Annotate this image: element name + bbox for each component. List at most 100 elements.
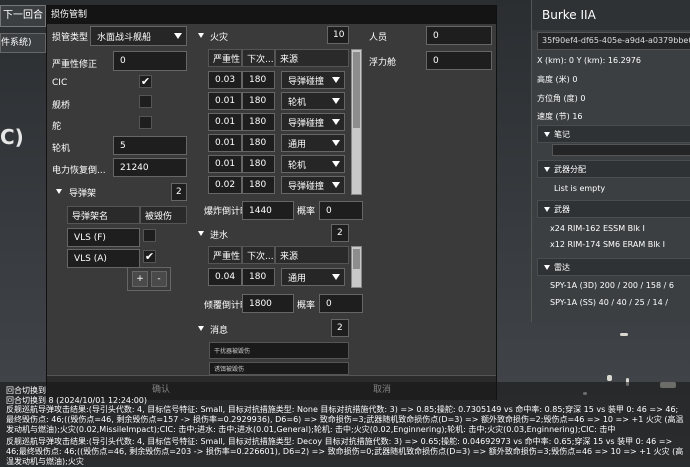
launcher-section-label: 导弹架	[69, 189, 97, 199]
flood-header-source: 来源	[275, 246, 349, 264]
capsize-countdown-input[interactable]: 1800	[242, 294, 294, 313]
weapon-assign-label: 武器分配	[554, 165, 586, 174]
fire-row-source-dropdown[interactable]: 轮机	[281, 155, 345, 173]
fire-row-severity[interactable]: 0.01	[208, 155, 242, 173]
fire-row-next[interactable]: 180	[242, 155, 275, 173]
collapse-icon	[544, 265, 550, 270]
engine-input[interactable]: 5	[113, 136, 187, 155]
collapse-icon	[544, 207, 550, 212]
fire-row-source-dropdown[interactable]: 导弹碰撞	[281, 113, 345, 131]
fire-header-source: 来源	[275, 49, 349, 67]
weapon-item: x24 RIM-162 ESSM Blk I	[550, 224, 645, 233]
severity-mod-input[interactable]: 0	[113, 51, 187, 71]
add-launcher-button[interactable]: +	[132, 271, 148, 287]
fire-row-severity[interactable]: 0.02	[208, 176, 242, 194]
fire-row-source-dropdown[interactable]: 导弹碰撞	[281, 71, 345, 89]
damage-type-label: 损管类型	[52, 33, 89, 43]
message-item[interactable]: 诱饵被毁伤	[209, 362, 349, 375]
radar-item: SPY-1A (SS) 40 / 40 / 25 / 14 /	[550, 298, 668, 307]
fire-count[interactable]: 10	[327, 26, 349, 44]
flood-header-next: 下次...	[242, 246, 275, 264]
fire-row-source: 轮机	[288, 97, 307, 108]
fire-row-next[interactable]: 180	[242, 113, 275, 131]
fire-row-next[interactable]: 180	[242, 92, 275, 110]
flood-scrollbar[interactable]	[351, 246, 362, 288]
cic-label: CIC	[52, 78, 68, 88]
scrollbar-thumb[interactable]	[353, 249, 360, 269]
dialog-title: 损伤管制	[47, 6, 496, 24]
collapse-icon[interactable]	[56, 189, 62, 194]
fire-row-source-dropdown[interactable]: 轮机	[281, 92, 345, 110]
bridge-checkbox[interactable]	[139, 95, 152, 108]
fire-row-next[interactable]: 180	[242, 176, 275, 194]
fire-row-source: 通用	[288, 139, 307, 150]
explosion-prob-input[interactable]: 0	[319, 201, 363, 220]
fire-section-label: 火灾	[210, 33, 229, 43]
weapons-section[interactable]: 武器	[537, 200, 690, 218]
explosion-countdown-input[interactable]: 1440	[242, 201, 294, 220]
map-island	[607, 375, 612, 381]
fire-header-severity: 严重性	[208, 49, 242, 67]
weapons-label: 武器	[554, 205, 570, 214]
collapse-icon	[544, 132, 550, 137]
fire-row-source-dropdown[interactable]: 导弹碰撞	[281, 176, 345, 194]
chevron-down-icon	[332, 140, 340, 146]
rudder-checkbox[interactable]	[139, 116, 152, 129]
radar-item: SPY-1A (3D) 200 / 200 / 158 / 6	[550, 281, 674, 290]
system-button[interactable]: 件系统)	[0, 33, 46, 53]
launcher-row-damaged-checkbox[interactable]	[143, 229, 156, 242]
bridge-label: 舰桥	[52, 101, 71, 111]
scrollbar-thumb[interactable]	[353, 52, 360, 128]
fire-row-severity[interactable]: 0.01	[208, 113, 242, 131]
weapon-assign-empty: List is empty	[554, 184, 606, 193]
engine-label: 轮机	[52, 144, 71, 154]
power-restore-input[interactable]: 21240	[113, 158, 187, 177]
chevron-down-icon	[332, 77, 340, 83]
flood-count[interactable]: 2	[331, 224, 349, 242]
next-round-button[interactable]: 下一回合	[0, 5, 46, 27]
unit-speed: 速度 (节) 16	[537, 112, 583, 121]
fire-row-source-dropdown[interactable]: 通用	[281, 134, 345, 152]
collapse-icon	[544, 167, 550, 172]
notes-section[interactable]: 笔记	[537, 125, 690, 143]
weapon-assign-section[interactable]: 武器分配	[537, 160, 690, 178]
power-restore-label: 电力恢复倒...	[52, 166, 106, 176]
fire-row-severity[interactable]: 0.01	[208, 92, 242, 110]
flood-row-severity[interactable]: 0.04	[208, 268, 242, 286]
cic-checkbox[interactable]: ✔	[139, 75, 152, 88]
flood-row-source-dropdown[interactable]: 通用	[281, 268, 345, 286]
notes-input[interactable]	[552, 144, 690, 156]
fire-scrollbar[interactable]	[351, 49, 362, 195]
damage-type-dropdown[interactable]: 水面战斗舰船	[90, 26, 187, 46]
messages-section-label: 消息	[210, 326, 229, 336]
chevron-down-icon	[332, 119, 340, 125]
collapse-icon[interactable]	[198, 231, 204, 236]
explosion-prob-label: 概率	[297, 207, 316, 217]
messages-count[interactable]: 2	[331, 319, 349, 337]
launcher-row-name[interactable]: VLS (F)	[67, 228, 140, 247]
fire-row-severity[interactable]: 0.03	[208, 71, 242, 89]
buoyancy-input[interactable]: 0	[426, 51, 492, 70]
launcher-count[interactable]: 2	[171, 183, 187, 201]
capsize-prob-input[interactable]: 0	[319, 294, 363, 313]
personnel-input[interactable]: 0	[426, 26, 492, 45]
unit-guid[interactable]: 35f90ef4-df65-405e-a9d4-a0379bbe0	[537, 32, 690, 50]
fire-row-next[interactable]: 180	[242, 134, 275, 152]
rudder-label: 舵	[52, 122, 62, 132]
fire-row-next[interactable]: 180	[242, 71, 275, 89]
map-label: C)	[0, 125, 24, 149]
collapse-icon[interactable]	[198, 33, 204, 38]
fire-row-severity[interactable]: 0.01	[208, 134, 242, 152]
unit-heading: 方位角 (度) 0	[537, 94, 586, 103]
collapse-icon[interactable]	[198, 326, 204, 331]
radar-section[interactable]: 雷达	[537, 258, 690, 276]
unit-coords: X (km): 0 Y (km): 16.2976	[537, 56, 641, 65]
remove-launcher-button[interactable]: -	[151, 271, 167, 287]
launcher-row-name[interactable]: VLS (A)	[67, 249, 140, 268]
buoyancy-label: 浮力舱	[369, 58, 397, 68]
launcher-row-damaged-checkbox[interactable]: ✔	[143, 250, 156, 263]
flood-row-next[interactable]: 180	[242, 268, 275, 286]
message-item[interactable]: 干扰器被毁伤	[209, 342, 349, 359]
launcher-header-damaged: 被毁伤	[140, 206, 187, 224]
unit-altitude: 高度 (米) 0	[537, 75, 578, 84]
